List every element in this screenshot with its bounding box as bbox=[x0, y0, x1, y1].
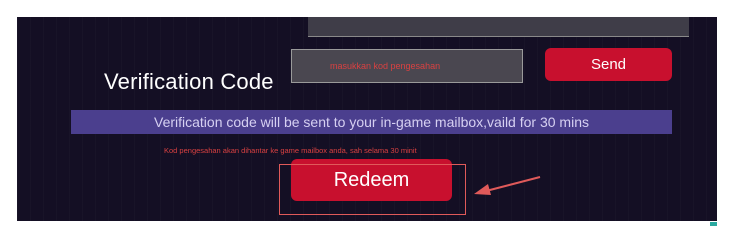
malay-hint-text: Kod pengesahan akan dihantar ke game mai… bbox=[164, 146, 417, 155]
arrow-pointer-icon bbox=[474, 176, 541, 195]
corner-marker bbox=[710, 222, 717, 226]
annotation-highlight-box bbox=[279, 164, 466, 215]
verification-code-input[interactable] bbox=[291, 49, 523, 83]
upper-input-field[interactable] bbox=[308, 17, 689, 37]
verification-code-label: Verification Code bbox=[104, 69, 274, 94]
send-button[interactable]: Send bbox=[545, 48, 672, 81]
mailbox-notice-banner: Verification code will be sent to your i… bbox=[71, 110, 672, 134]
